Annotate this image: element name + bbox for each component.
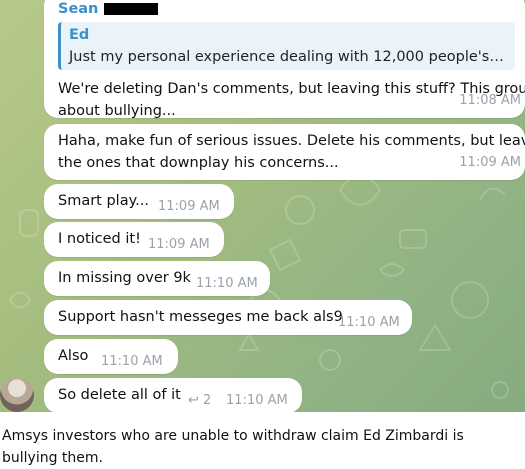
message-bubble[interactable]: I noticed it! 11:09 AM xyxy=(44,222,224,257)
message-time: 11:10 AM xyxy=(226,393,288,408)
reply-arrow-icon: ↩ xyxy=(188,393,199,408)
message-bubble[interactable]: Support hasn't messeges me back als9 11:… xyxy=(44,300,412,335)
message-bubble[interactable]: Haha, make fun of serious issues. Delete… xyxy=(44,124,525,180)
message-text: So delete all of it xyxy=(58,387,181,403)
message-text: Smart play... xyxy=(58,193,149,209)
message-text-line: We're deleting Dan's comments, but leavi… xyxy=(58,81,525,97)
quoted-reply[interactable]: Ed Just my personal experience dealing w… xyxy=(58,22,515,70)
message-bubble[interactable]: Sean Ed Just my personal experience deal… xyxy=(44,0,525,119)
message-time: 11:08 AM xyxy=(459,93,521,108)
replies-indicator[interactable]: ↩ 2 xyxy=(188,390,211,412)
message-sender: Sean xyxy=(58,0,515,20)
message-text-line: about bullying... xyxy=(58,103,176,119)
message-text-line: Haha, make fun of serious issues. Delete… xyxy=(58,133,525,149)
quoted-text: Just my personal experience dealing with… xyxy=(69,49,515,65)
message-text: I noticed it! xyxy=(58,231,141,247)
message-bubble[interactable]: So delete all of it ↩ 2 11:10 AM xyxy=(44,378,302,412)
sender-avatar[interactable] xyxy=(0,378,34,412)
message-text: Support hasn't messeges me back als9 xyxy=(58,309,343,325)
message-time: 11:10 AM xyxy=(338,315,400,330)
reply-count: 2 xyxy=(203,393,212,408)
quoted-sender: Ed xyxy=(69,27,90,43)
message-time: 11:09 AM xyxy=(148,237,210,252)
message-time: 11:10 AM xyxy=(101,354,163,369)
message-text: Also xyxy=(58,348,89,364)
message-time: 11:10 AM xyxy=(196,276,258,291)
message-text: In missing over 9k xyxy=(58,270,191,286)
message-time: 11:09 AM xyxy=(158,199,220,214)
message-bubble[interactable]: Smart play... 11:09 AM xyxy=(44,184,234,219)
message-bubble[interactable]: In missing over 9k 11:10 AM xyxy=(44,261,270,296)
message-text-line: the ones that downplay his concerns... xyxy=(58,155,339,171)
message-time: 11:09 AM xyxy=(459,155,521,170)
chat-area: Sean Ed Just my personal experience deal… xyxy=(0,0,525,412)
redacted-surname xyxy=(104,3,159,15)
message-bubble[interactable]: Also 11:10 AM xyxy=(44,339,178,374)
image-caption: Amsys investors who are unable to withdr… xyxy=(2,428,464,466)
